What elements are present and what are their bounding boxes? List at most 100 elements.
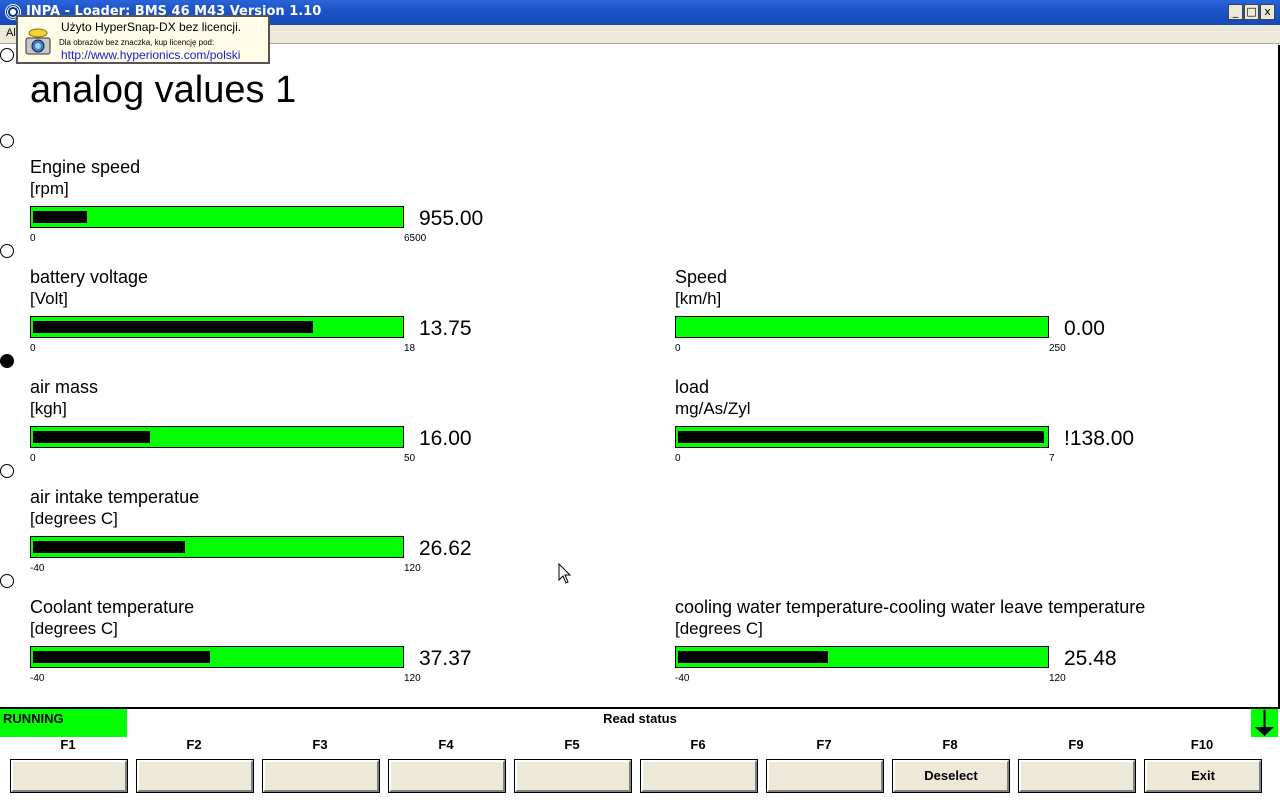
- camera-icon: [25, 28, 51, 55]
- gauge-label: Coolant temperature: [30, 597, 195, 617]
- f6-button[interactable]: [640, 759, 758, 793]
- gauge-unit: [degrees C]: [30, 509, 118, 528]
- gauge-battery-voltage: battery voltage [Volt] 0 18 13.75: [30, 267, 590, 367]
- fkey-label-f5: F5: [564, 737, 580, 752]
- f5-button[interactable]: [514, 759, 632, 793]
- screen-radio-3[interactable]: [0, 244, 14, 258]
- screen-radio-1[interactable]: [0, 48, 14, 62]
- gauge-label: Speed: [675, 267, 728, 287]
- gauge-value: 37.37: [419, 647, 472, 670]
- gauge-unit: [degrees C]: [675, 619, 763, 638]
- deselect-button[interactable]: Deselect: [892, 759, 1010, 793]
- fkey-label-f4: F4: [438, 737, 454, 752]
- gauge-max: 120: [404, 563, 421, 574]
- gauge-label: air intake temperatue: [30, 487, 200, 507]
- fkey-label-f10: F10: [1190, 737, 1214, 752]
- gauge-value: 955.00: [419, 207, 484, 230]
- gauge-air-intake-temperature: air intake temperatue [degrees C] -40 12…: [30, 487, 590, 587]
- gauge-load: load mg/As/Zyl 0 7 !138.00: [675, 377, 1235, 477]
- gauge-min: -40: [30, 563, 45, 574]
- gauge-max: 120: [404, 673, 421, 684]
- gauge-unit: [degrees C]: [30, 619, 118, 638]
- f2-button[interactable]: [136, 759, 254, 793]
- gauge-air-mass: air mass [kgh] 0 50 16.00: [30, 377, 590, 477]
- gauge-min: 0: [30, 233, 36, 244]
- gauge-label: cooling water temperature-cooling water …: [675, 597, 1146, 617]
- arrow-down-icon[interactable]: [1251, 709, 1278, 737]
- gauge-min: 0: [30, 343, 36, 354]
- fkey-label-f8: F8: [942, 737, 958, 752]
- gauge-bar: [675, 646, 1049, 668]
- fkey-label-f1: F1: [60, 737, 76, 752]
- fkey-label-f9: F9: [1068, 737, 1084, 752]
- gauge-bar: [30, 536, 404, 558]
- gauge-value: 16.00: [419, 427, 472, 450]
- f7-button[interactable]: [766, 759, 884, 793]
- gauge-fill: [33, 321, 313, 333]
- gauge-cooling-water-temperature-difference: cooling water temperature-cooling water …: [675, 597, 1265, 697]
- fkey-label-f6: F6: [690, 737, 706, 752]
- gauge-fill: [33, 651, 210, 663]
- gauge-max: 250: [1049, 343, 1066, 354]
- gauge-fill: [678, 651, 828, 663]
- hypersnap-link[interactable]: http://www.hyperionics.com/polski: [61, 48, 240, 62]
- gauge-fill: [33, 211, 87, 223]
- fkey-label-f7: F7: [816, 737, 832, 752]
- gauge-value: 26.62: [419, 537, 472, 560]
- status-running: RUNNING: [0, 709, 127, 737]
- hypersnap-notice: Użyto HyperSnap-DX bez licencji. Dla obr…: [16, 15, 270, 64]
- gauge-bar: [30, 206, 404, 228]
- gauge-max: 120: [1049, 673, 1066, 684]
- gauge-max: 18: [404, 343, 416, 354]
- gauge-value: 13.75: [419, 317, 472, 340]
- gauge-bar: [30, 646, 404, 668]
- gauge-unit: [km/h]: [675, 289, 722, 308]
- f4-button[interactable]: [388, 759, 506, 793]
- mouse-cursor-icon: [558, 563, 572, 584]
- gauge-unit: [Volt]: [30, 289, 68, 308]
- gauge-min: 0: [675, 453, 681, 464]
- f3-button[interactable]: [262, 759, 380, 793]
- gauge-fill: [678, 431, 1044, 443]
- gauge-speed: Speed [km/h] 0 250 0.00: [675, 267, 1235, 367]
- gauge-bar: [675, 426, 1049, 448]
- screen-radio-2[interactable]: [0, 134, 14, 148]
- hypersnap-line-1: Użyto HyperSnap-DX bez licencji.: [61, 20, 242, 34]
- close-button[interactable]: x: [1260, 4, 1275, 20]
- f9-button[interactable]: [1018, 759, 1136, 793]
- gauge-max: 6500: [404, 233, 427, 244]
- exit-button[interactable]: Exit: [1144, 759, 1262, 793]
- maximize-button[interactable]: □: [1244, 4, 1259, 20]
- gauge-label: load: [675, 377, 710, 397]
- screen-radio-5[interactable]: [0, 464, 14, 478]
- screen-radio-4[interactable]: [0, 354, 14, 368]
- screen-radio-6[interactable]: [0, 574, 14, 588]
- gauge-min: -40: [675, 673, 690, 684]
- inpa-window: INPA - Loader: BMS 46 M43 Version 1.10 _…: [0, 0, 1280, 800]
- status-text: Read status: [603, 711, 677, 726]
- gauge-max: 7: [1049, 453, 1055, 464]
- gauge-min: 0: [30, 453, 36, 464]
- fkey-label-f3: F3: [312, 737, 328, 752]
- gauge-min: -40: [30, 673, 45, 684]
- gauge-label: battery voltage: [30, 267, 149, 287]
- gauge-label: Engine speed: [30, 157, 141, 177]
- gauge-max: 50: [404, 453, 416, 464]
- gauge-bar: [30, 316, 404, 338]
- menu-item-first[interactable]: Al: [6, 27, 16, 39]
- gauge-bar: [675, 316, 1049, 338]
- status-bar: RUNNING Read status: [0, 707, 1280, 737]
- gauge-fill: [33, 431, 150, 443]
- main-content: analog values 1 Engine speed [rpm] 0 650…: [0, 45, 1280, 707]
- gauge-bar: [30, 426, 404, 448]
- gauge-min: 0: [675, 343, 681, 354]
- gauge-unit: mg/As/Zyl: [675, 399, 751, 418]
- gauge-value: 0.00: [1064, 317, 1105, 340]
- minimize-button[interactable]: _: [1228, 4, 1243, 20]
- gauge-unit: [kgh]: [30, 399, 67, 418]
- fkey-label-f2: F2: [186, 737, 202, 752]
- f1-button[interactable]: [10, 759, 128, 793]
- gauge-value: 25.48: [1064, 647, 1117, 670]
- gauge-unit: [rpm]: [30, 179, 69, 198]
- gauge-value: !138.00: [1064, 427, 1135, 450]
